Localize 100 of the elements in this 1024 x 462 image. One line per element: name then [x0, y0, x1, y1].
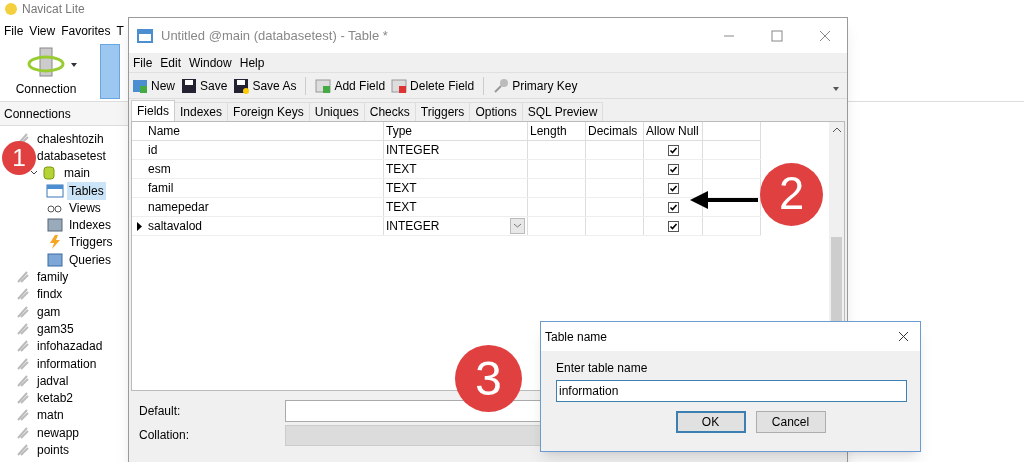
checkbox[interactable] — [667, 182, 679, 194]
tree-item[interactable]: Tables — [67, 181, 106, 200]
tree-item[interactable]: Triggers — [67, 233, 115, 252]
save-icon — [181, 77, 197, 94]
connection-icon — [17, 444, 29, 456]
table-cell-text: INTEGER — [386, 218, 440, 235]
tree-item[interactable]: information — [35, 354, 99, 373]
menu-item[interactable]: Help — [239, 53, 265, 72]
tree-item[interactable]: Views — [67, 198, 103, 217]
table-name-field[interactable]: information — [556, 380, 907, 402]
add-button[interactable]: Add Field — [315, 76, 386, 95]
key-icon — [493, 77, 510, 94]
tree-item[interactable]: gam35 — [35, 319, 76, 338]
checkbox[interactable] — [667, 144, 679, 156]
connection-icon — [17, 426, 29, 439]
column-header: Allow Null — [644, 122, 703, 140]
window-title: Untitled @main (databasetest) - Table * — [161, 26, 389, 45]
connection-icon — [17, 288, 29, 301]
ok-button[interactable]: OK — [675, 411, 746, 433]
menu-item[interactable]: File — [133, 53, 153, 72]
scroll-up-icon — [832, 127, 841, 132]
tree-item[interactable]: Queries — [67, 250, 114, 269]
tree-item[interactable]: ketab2 — [35, 389, 76, 408]
tree-item[interactable]: newapp — [35, 423, 82, 442]
delete-icon — [391, 77, 408, 94]
tab[interactable]: Uniques — [309, 102, 365, 121]
plug-icon — [26, 45, 66, 80]
connection-icon — [17, 340, 29, 353]
column-header: Type — [384, 122, 528, 140]
tree-item[interactable]: databasetest — [35, 146, 108, 165]
prompt-label: Enter table name — [556, 360, 649, 377]
tree-item[interactable]: matn — [35, 406, 66, 425]
table-cell: saltavalod — [146, 217, 384, 235]
connection-button[interactable]: Connection — [0, 42, 92, 101]
delete-button[interactable]: Delete Field — [391, 76, 475, 95]
new-icon — [132, 77, 148, 94]
app-logo-icon — [4, 2, 18, 16]
column-header: Name — [146, 122, 384, 140]
menu-item[interactable]: File — [4, 22, 24, 40]
connection-icon — [17, 322, 29, 335]
maximize-icon — [771, 29, 783, 42]
queries-icon — [46, 251, 64, 268]
menu-item[interactable]: Window — [189, 53, 232, 72]
column-header: Length — [528, 122, 586, 140]
tree-item[interactable]: infohazadad — [35, 337, 105, 356]
connection-icon — [17, 374, 29, 387]
connection-icon — [17, 357, 29, 370]
table-cell-text: TEXT — [386, 161, 417, 178]
tree-item[interactable]: jadval — [35, 371, 71, 390]
window-title: Navicat Lite — [22, 1, 85, 18]
tab[interactable]: Fields — [131, 100, 175, 121]
panel-header: Connections — [4, 105, 71, 123]
table-cell: id — [146, 141, 384, 159]
tab[interactable]: Checks — [364, 102, 416, 121]
saveas-icon — [233, 77, 250, 94]
menu-item[interactable]: Edit — [160, 53, 182, 72]
tree-item[interactable]: Indexes — [67, 216, 114, 235]
checkbox[interactable] — [667, 220, 679, 232]
save-button[interactable]: Save — [181, 76, 228, 95]
tab[interactable]: Indexes — [175, 102, 229, 121]
tab[interactable]: Options — [470, 102, 523, 121]
close-icon — [898, 331, 909, 342]
tree-item[interactable]: points — [35, 441, 72, 459]
tree-item[interactable]: main — [62, 164, 92, 183]
table-icon — [137, 28, 153, 43]
tab[interactable]: SQL Preview — [522, 102, 604, 121]
checkbox[interactable] — [667, 163, 679, 175]
tab[interactable]: Foreign Keys — [228, 102, 310, 121]
tree-item[interactable]: chaleshtozih — [35, 129, 106, 148]
column-header: Decimals — [586, 122, 644, 140]
tree-item[interactable]: family — [35, 268, 71, 287]
caret-icon — [833, 87, 839, 91]
table-cell: esm — [146, 160, 384, 178]
menu-item[interactable]: T — [116, 22, 124, 40]
saveas-button[interactable]: Save As — [233, 76, 297, 95]
table-cell: namepedar — [146, 198, 384, 216]
field-label: Collation: — [139, 427, 191, 444]
connection-icon — [17, 305, 29, 318]
field-label: Default: — [139, 403, 182, 420]
menu-item[interactable]: Favorites — [61, 22, 111, 40]
cancel-button[interactable]: Cancel — [755, 411, 826, 433]
menu-item[interactable]: View — [29, 22, 56, 40]
checkbox[interactable] — [667, 201, 679, 213]
key-button[interactable]: Primary Key — [493, 76, 578, 95]
caret-icon — [70, 61, 78, 68]
connection-icon — [17, 271, 29, 283]
tree-item[interactable]: findx — [35, 285, 65, 304]
table-cell-text: INTEGER — [386, 142, 440, 159]
table-cell-text: TEXT — [386, 199, 417, 216]
connection-icon — [17, 392, 29, 405]
close-icon — [819, 29, 831, 42]
new-button[interactable]: New — [132, 76, 175, 95]
dialog-title: Table name — [545, 328, 608, 346]
indexes-icon — [46, 217, 64, 234]
tab[interactable]: Triggers — [415, 102, 471, 121]
tables-icon — [46, 182, 64, 199]
table-cell-text: TEXT — [386, 180, 417, 197]
arrow — [690, 190, 760, 210]
tree-item[interactable]: gam — [35, 302, 63, 321]
table-cell: famil — [146, 179, 384, 197]
